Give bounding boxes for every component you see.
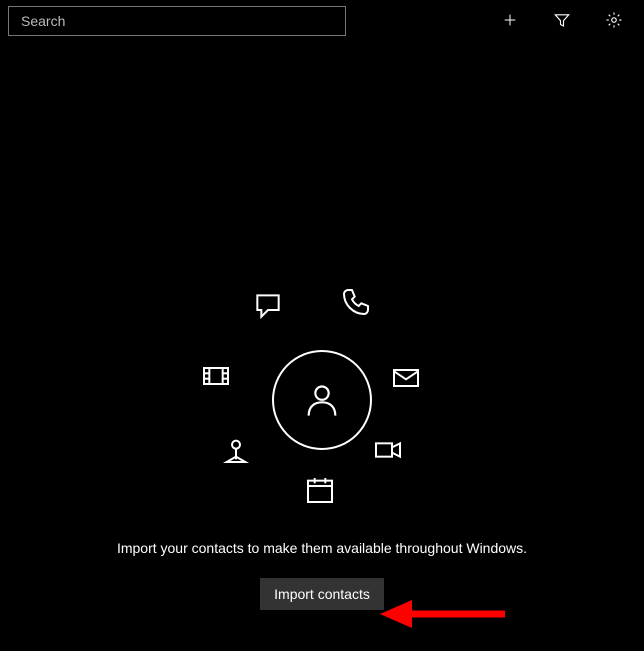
video-icon xyxy=(372,434,404,466)
gear-icon xyxy=(605,11,623,32)
settings-button[interactable] xyxy=(592,6,636,36)
phone-icon xyxy=(340,286,372,318)
empty-state: Import your contacts to make them availa… xyxy=(0,270,644,610)
plus-icon xyxy=(502,12,518,31)
filter-icon xyxy=(553,11,571,32)
search-box[interactable] xyxy=(8,6,346,36)
import-contacts-button[interactable]: Import contacts xyxy=(260,578,384,610)
filter-button[interactable] xyxy=(540,6,584,36)
empty-state-text: Import your contacts to make them availa… xyxy=(117,540,527,556)
map-pin-icon xyxy=(220,434,252,466)
person-circle xyxy=(272,350,372,450)
search-icon xyxy=(321,12,337,31)
add-button[interactable] xyxy=(488,6,532,36)
top-toolbar xyxy=(0,0,644,42)
contact-orbit-graphic xyxy=(192,270,452,520)
person-icon xyxy=(302,379,342,422)
chat-icon xyxy=(252,290,284,322)
search-input[interactable] xyxy=(19,12,321,30)
film-icon xyxy=(200,360,232,392)
mail-icon xyxy=(390,362,422,394)
calendar-icon xyxy=(304,474,336,506)
